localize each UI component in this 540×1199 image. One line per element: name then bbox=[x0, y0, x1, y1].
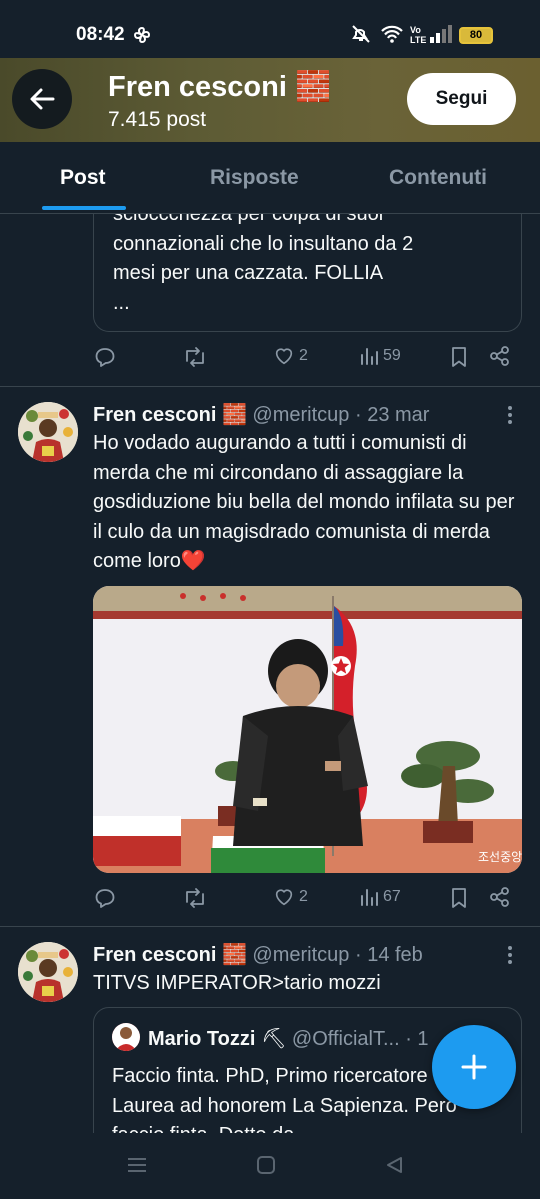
battery-level: 80 bbox=[469, 29, 483, 41]
like-count: 2 bbox=[299, 888, 308, 905]
more-options-button[interactable] bbox=[500, 945, 520, 965]
media-watermark: 조선중앙TV bbox=[478, 850, 522, 864]
reply-icon bbox=[95, 348, 115, 367]
post-actions: 2 59 bbox=[93, 345, 523, 375]
more-options-button[interactable] bbox=[500, 405, 520, 425]
quoted-line: ... bbox=[113, 291, 130, 314]
post-image[interactable]: 조선중앙TV bbox=[93, 586, 522, 873]
back-nav-button[interactable] bbox=[384, 1155, 404, 1180]
views-icon bbox=[361, 889, 378, 906]
home-nav-button[interactable] bbox=[256, 1155, 276, 1180]
brick-emoji: 🧱 bbox=[221, 404, 247, 426]
heart-icon bbox=[275, 348, 293, 365]
arrow-left-icon bbox=[30, 88, 55, 110]
tab-risposte[interactable]: Risposte bbox=[210, 166, 299, 190]
repost-button[interactable] bbox=[182, 345, 208, 369]
share-icon bbox=[490, 887, 509, 907]
display-name[interactable]: Fren cesconi bbox=[93, 944, 216, 966]
reply-button[interactable] bbox=[93, 886, 117, 910]
quoted-line: scioccchezza per colpa di suoi bbox=[113, 214, 384, 225]
tab-indicator bbox=[42, 206, 126, 210]
divider bbox=[0, 926, 540, 927]
repost-icon bbox=[186, 888, 204, 908]
profile-tabs: Post Risposte Contenuti bbox=[0, 142, 540, 214]
quoted-line: connazionali che lo insultano da 2 bbox=[113, 232, 414, 255]
wifi-icon bbox=[380, 24, 404, 49]
status-bar: 08:42 Vo LTE 80 bbox=[0, 0, 540, 58]
brick-emoji: 🧱 bbox=[294, 71, 332, 103]
timeline: scioccchezza per colpa di suoi connazion… bbox=[0, 214, 540, 1133]
quote-date: · 1 bbox=[405, 1028, 429, 1050]
post-text: TITVS IMPERATOR>tario mozzi bbox=[93, 972, 381, 994]
mute-icon bbox=[350, 24, 372, 49]
post-date[interactable]: · 23 mar bbox=[355, 404, 429, 426]
quote-avatar[interactable] bbox=[112, 1023, 140, 1051]
pickaxe-emoji: ⛏ bbox=[260, 1028, 287, 1050]
quote-header: Mario Tozzi ⛏ @OfficialT... · 1 bbox=[148, 1026, 429, 1051]
status-time: 08:42 bbox=[76, 24, 125, 45]
quoted-line: mesi per una cazzata. FOLLIA bbox=[113, 262, 384, 284]
plus-icon bbox=[461, 1054, 487, 1080]
quote-handle: @OfficialT... bbox=[291, 1028, 400, 1050]
like-button[interactable]: 2 bbox=[273, 345, 308, 367]
follow-button[interactable]: Segui bbox=[407, 73, 516, 125]
quote-display-name: Mario Tozzi bbox=[148, 1028, 256, 1050]
back-button[interactable] bbox=[12, 69, 72, 129]
handle[interactable]: @meritcup bbox=[252, 404, 349, 426]
views-button[interactable]: 59 bbox=[359, 345, 401, 367]
triangle-back-icon bbox=[387, 1157, 402, 1173]
more-vertical-icon bbox=[508, 406, 512, 424]
tab-contenuti[interactable]: Contenuti bbox=[389, 166, 487, 190]
bookmark-button[interactable] bbox=[449, 345, 469, 369]
divider bbox=[0, 386, 540, 387]
share-icon bbox=[490, 346, 509, 366]
signal-icon bbox=[428, 24, 454, 49]
views-count: 67 bbox=[383, 888, 401, 905]
profile-name-text: Fren cesconi bbox=[108, 71, 287, 103]
display-name[interactable]: Fren cesconi bbox=[93, 404, 216, 426]
repost-icon bbox=[186, 347, 204, 367]
views-button[interactable]: 67 bbox=[359, 886, 401, 908]
views-count: 59 bbox=[383, 347, 401, 364]
more-vertical-icon bbox=[508, 946, 512, 964]
profile-header: Fren cesconi 🧱 7.415 post Segui bbox=[0, 58, 540, 142]
post-header: Fren cesconi 🧱 @meritcup · 23 mar bbox=[93, 402, 429, 427]
post-actions: 2 67 bbox=[93, 886, 523, 916]
bookmark-icon bbox=[452, 347, 466, 367]
battery-icon: 80 bbox=[459, 27, 493, 44]
post-count: 7.415 post bbox=[108, 108, 207, 131]
brick-emoji: 🧱 bbox=[221, 944, 247, 966]
volte-label: Vo LTE bbox=[410, 25, 427, 45]
share-button[interactable] bbox=[489, 886, 511, 908]
bookmark-button[interactable] bbox=[449, 886, 469, 910]
share-button[interactable] bbox=[489, 345, 511, 367]
heart-icon bbox=[275, 889, 293, 906]
square-icon bbox=[257, 1156, 275, 1174]
reply-icon bbox=[95, 889, 115, 908]
post-header: Fren cesconi 🧱 @meritcup · 14 feb bbox=[93, 942, 423, 967]
repost-button[interactable] bbox=[182, 886, 208, 910]
compose-button[interactable] bbox=[432, 1025, 516, 1109]
fan-icon bbox=[132, 25, 152, 50]
quoted-post-text: scioccchezza per colpa di suoi connazion… bbox=[113, 214, 513, 318]
avatar[interactable] bbox=[18, 942, 78, 1002]
like-button[interactable]: 2 bbox=[273, 886, 308, 908]
avatar[interactable] bbox=[18, 402, 78, 462]
tab-post[interactable]: Post bbox=[60, 166, 106, 190]
profile-name: Fren cesconi 🧱 bbox=[108, 70, 331, 104]
bookmark-icon bbox=[452, 888, 466, 908]
system-nav-bar bbox=[0, 1133, 540, 1199]
quoted-post-partial[interactable]: scioccchezza per colpa di suoi connazion… bbox=[93, 214, 522, 332]
menu-nav-button[interactable] bbox=[126, 1155, 148, 1180]
like-count: 2 bbox=[299, 347, 308, 364]
reply-button[interactable] bbox=[93, 345, 117, 369]
views-icon bbox=[361, 348, 378, 365]
menu-icon bbox=[128, 1158, 146, 1172]
post-date[interactable]: · 14 feb bbox=[355, 944, 423, 966]
handle[interactable]: @meritcup bbox=[252, 944, 349, 966]
post-text: Ho vodado augurando a tutti i comunisti … bbox=[93, 432, 515, 572]
